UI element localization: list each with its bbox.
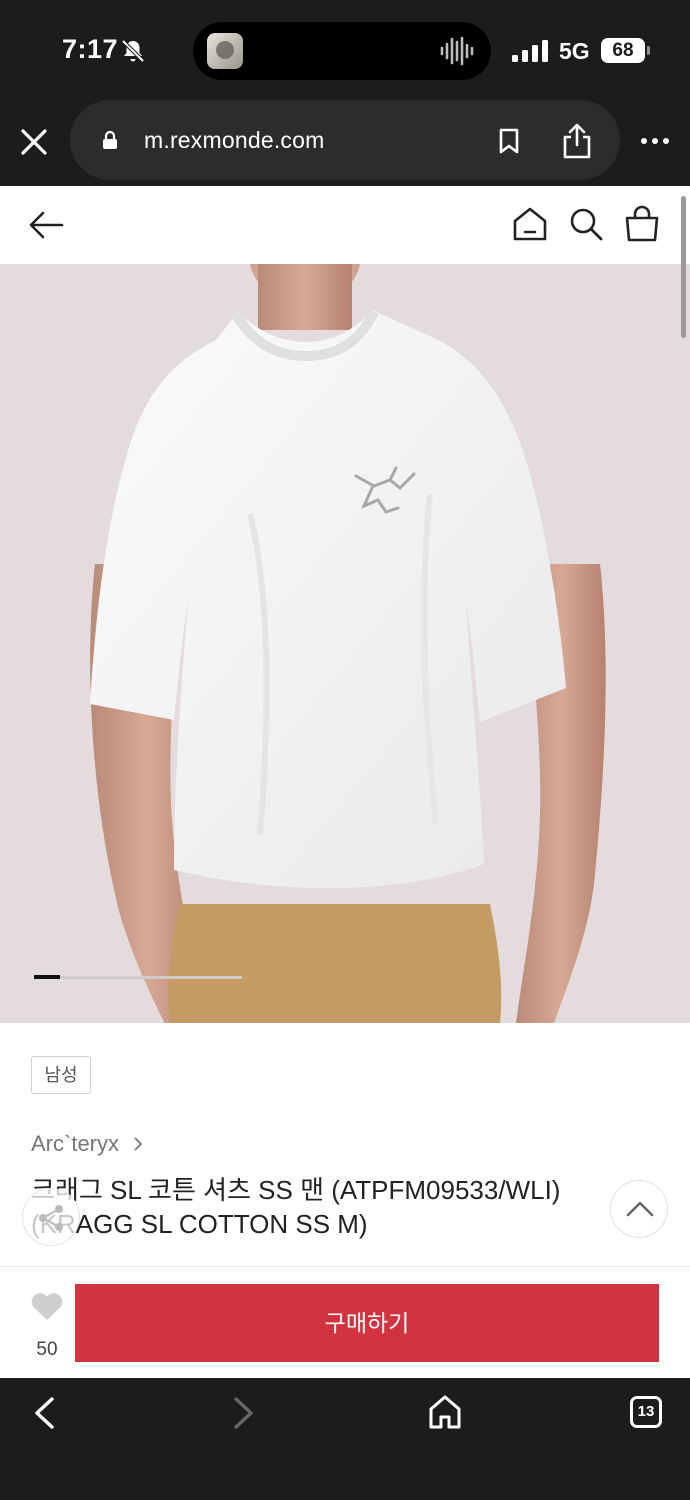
chevron-right-icon: [134, 1137, 143, 1151]
product-info: 남성 Arc`teryx 크래그 SL 코튼 셔츠 SS 맨 (ATPFM095…: [0, 1023, 690, 1268]
dynamic-island[interactable]: [193, 22, 491, 80]
heart-icon: [31, 1293, 63, 1320]
like-button[interactable]: 50: [24, 1283, 70, 1363]
product-photo: [0, 264, 690, 1023]
battery-tip: [647, 46, 650, 55]
lock-icon: [103, 130, 117, 149]
share-floating-button[interactable]: [22, 1188, 80, 1246]
product-title: 크래그 SL 코튼 셔츠 SS 맨 (ATPFM09533/WLI) (KRAG…: [31, 1175, 561, 1239]
tabs-button[interactable]: 13: [630, 1396, 662, 1428]
audio-waveform-icon: [440, 36, 474, 66]
now-playing-artwork: [207, 33, 243, 69]
status-bar: 7:17 5G 68: [0, 0, 690, 100]
share-nodes-icon: [39, 1205, 63, 1231]
bell-slash-icon: [121, 39, 145, 63]
browser-toolbar: 13: [0, 1378, 690, 1500]
scroll-to-top-button[interactable]: [610, 1180, 668, 1238]
browser-address-bar: m.rexmonde.com: [0, 100, 690, 186]
purchase-bar: 50 구매하기: [0, 1266, 690, 1378]
shopping-bag-icon[interactable]: [624, 204, 660, 242]
chevron-up-icon: [626, 1201, 654, 1217]
page-scrollbar[interactable]: [681, 196, 686, 338]
close-icon[interactable]: [20, 128, 48, 156]
chevron-right-icon[interactable]: [232, 1396, 256, 1430]
home-icon[interactable]: [512, 206, 548, 242]
more-icon[interactable]: [640, 130, 670, 152]
cellular-signal-icon: [512, 40, 548, 62]
url-field[interactable]: m.rexmonde.com: [70, 100, 620, 180]
carousel-progress-active: [34, 975, 60, 979]
network-type: 5G: [559, 38, 590, 64]
product-image-carousel[interactable]: [0, 264, 690, 1023]
carousel-progress: [34, 975, 242, 979]
bookmark-icon[interactable]: [498, 128, 520, 154]
url-text: m.rexmonde.com: [144, 127, 325, 153]
chevron-left-icon[interactable]: [32, 1396, 56, 1430]
back-arrow-icon[interactable]: [28, 210, 64, 240]
buy-button[interactable]: 구매하기: [75, 1284, 659, 1362]
status-time: 7:17: [62, 34, 119, 64]
web-page: 남성 Arc`teryx 크래그 SL 코튼 셔츠 SS 맨 (ATPFM095…: [0, 186, 690, 1378]
battery-level: 68: [601, 38, 645, 63]
brand-link[interactable]: Arc`teryx: [31, 1131, 143, 1157]
like-count: 50: [36, 1339, 58, 1360]
gender-tag: 남성: [31, 1056, 91, 1094]
site-header: [0, 186, 690, 264]
share-icon[interactable]: [561, 122, 593, 160]
search-icon[interactable]: [568, 206, 604, 242]
brand-name: Arc`teryx: [31, 1131, 119, 1156]
home-icon[interactable]: [428, 1394, 462, 1430]
